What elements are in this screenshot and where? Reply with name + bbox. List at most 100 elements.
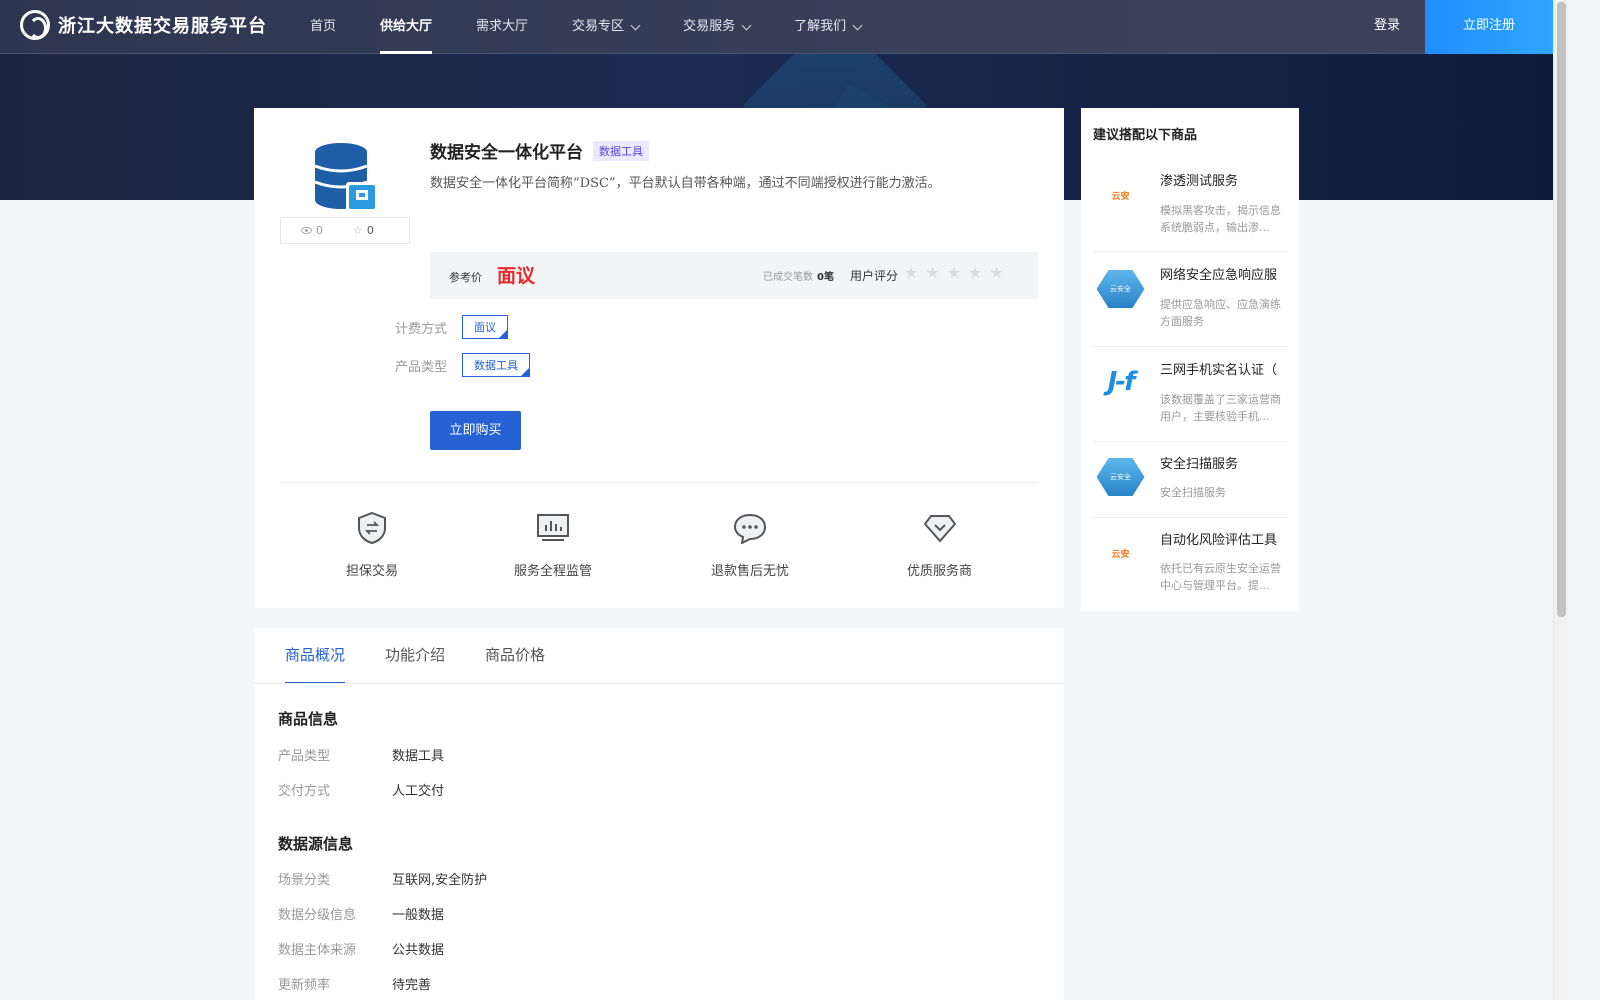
deals-count: 已成交笔数 0笔 <box>763 268 834 283</box>
product-title: 数据安全一体化平台 <box>430 143 583 163</box>
shield-exchange-icon <box>354 510 390 546</box>
billing-option[interactable]: 面议 <box>462 315 508 339</box>
divider <box>280 482 1038 483</box>
source-info-heading: 数据源信息 <box>278 835 354 853</box>
nav-item-label: 交易专区 <box>572 19 625 34</box>
star-icon: ★ <box>946 263 962 282</box>
info-key: 数据分级信息 <box>278 908 357 923</box>
scrollbar-thumb[interactable] <box>1557 2 1566 617</box>
recommend-item-name: 三网手机实名认证（ <box>1160 363 1278 378</box>
tab-overview[interactable]: 商品概况 <box>285 628 346 684</box>
favorites-stat[interactable]: ☆ 0 <box>353 224 374 237</box>
rating-label: 用户评分 <box>850 269 899 283</box>
star-icon: ★ <box>904 263 919 282</box>
tab-features[interactable]: 功能介绍 <box>385 628 445 684</box>
feature-label: 退款售后无忧 <box>711 564 790 579</box>
feature-quality-provider: 优质服务商 <box>907 510 972 579</box>
recommend-item[interactable]: 云安全 安全扫描服务 安全扫描服务 <box>1093 443 1289 518</box>
nav-item-home[interactable]: 首页 <box>310 0 336 54</box>
star-icon: ★ <box>925 263 940 282</box>
orange-brand-logo: 云安 <box>1093 529 1148 577</box>
nav-item-label: 供给大厅 <box>380 19 433 34</box>
stats-box: 0 ☆ 0 <box>280 217 410 244</box>
orange-brand-logo: 云安 <box>1093 171 1148 219</box>
feature-label: 服务全程监管 <box>514 564 593 579</box>
recommend-item-name: 渗透测试服务 <box>1160 174 1239 189</box>
star-icon: ★ <box>968 263 983 282</box>
billing-label: 计费方式 <box>395 321 448 337</box>
chevron-down-icon <box>741 20 752 30</box>
favorites-count: 0 <box>366 224 374 237</box>
feature-refund: 退款售后无忧 <box>711 510 789 579</box>
eye-icon <box>301 227 312 234</box>
info-row: 交付方式 人工交付 <box>278 780 444 799</box>
tab-divider <box>254 683 1064 684</box>
recommend-item[interactable]: 云安全 网络安全应急响应服 提供应急响应、应急演练方面服务 <box>1093 253 1289 347</box>
logo-text: J-f <box>1107 367 1136 397</box>
chevron-down-icon <box>852 20 863 30</box>
tab-price[interactable]: 商品价格 <box>485 628 545 684</box>
diamond-check-icon <box>922 510 958 546</box>
login-link[interactable]: 登录 <box>1362 0 1412 52</box>
price-value: 面议 <box>497 265 536 287</box>
detail-tabs: 商品概况 功能介绍 商品价格 <box>285 628 545 684</box>
buy-now-button[interactable]: 立即购买 <box>430 411 521 450</box>
recommend-item-desc: 安全扫描服务 <box>1160 486 1226 499</box>
info-row: 数据主体来源 公共数据 <box>278 939 444 958</box>
nav-item-label: 首页 <box>310 19 337 34</box>
register-button[interactable]: 立即注册 <box>1425 0 1553 54</box>
recommend-item-name: 安全扫描服务 <box>1160 457 1239 472</box>
deals-label: 已成交笔数 <box>763 272 813 283</box>
info-key: 场景分类 <box>278 873 331 888</box>
site-logo[interactable]: 浙江大数据交易服务平台 <box>20 10 267 40</box>
info-value: 公共数据 <box>392 943 445 958</box>
recommend-item[interactable]: 云安 自动化风险评估工具 依托已有云原生安全运营中心与管理平台。提... <box>1093 519 1289 611</box>
star-icon: ★ <box>989 263 1004 282</box>
info-key: 更新频率 <box>278 978 331 993</box>
nav-item-demand-hall[interactable]: 需求大厅 <box>476 0 528 54</box>
recommend-panel: 建议搭配以下商品 云安 渗透测试服务 模拟黑客攻击，揭示信息系统脆弱点，输出渗.… <box>1081 108 1299 611</box>
goods-info-heading: 商品信息 <box>278 710 339 728</box>
info-key: 交付方式 <box>278 784 331 799</box>
recommend-item[interactable]: J-f 三网手机实名认证（ 该数据覆盖了三家运营商用户，主要核验手机... <box>1093 348 1289 442</box>
nav-item-label: 需求大厅 <box>476 19 529 34</box>
top-navbar: 浙江大数据交易服务平台 首页 供给大厅 需求大厅 交易专区 交易服务 了解我们 … <box>0 0 1568 54</box>
feature-label: 担保交易 <box>346 564 399 579</box>
billing-row: 计费方式 面议 <box>395 315 508 339</box>
deals-value: 0笔 <box>817 272 834 283</box>
info-row: 场景分类 互联网,安全防护 <box>278 869 487 888</box>
type-option[interactable]: 数据工具 <box>462 353 530 377</box>
logo-text: 云安 <box>1111 549 1130 560</box>
feature-supervision: 服务全程监管 <box>514 510 592 579</box>
features-row: 担保交易 服务全程监管 退款售后无忧 优质服务商 <box>280 510 1038 580</box>
info-key: 数据主体来源 <box>278 943 357 958</box>
blue-hex-logo: 云安全 <box>1093 453 1148 501</box>
star-icon: ☆ <box>353 224 363 237</box>
recommend-title: 建议搭配以下商品 <box>1093 128 1198 143</box>
recommend-item-desc: 依托已有云原生安全运营中心与管理平台。提... <box>1160 562 1281 592</box>
blue-hex-logo: 云安全 <box>1093 265 1148 313</box>
monitor-chart-icon <box>535 510 571 546</box>
product-description: 数据安全一体化平台简称“DSC”，平台默认自带各种端，通过不同端授权进行能力激活… <box>430 176 941 191</box>
nav-item-trade-services[interactable]: 交易服务 <box>683 0 752 54</box>
type-label: 产品类型 <box>395 359 448 375</box>
feature-label: 优质服务商 <box>907 564 973 579</box>
recommend-item[interactable]: 云安 渗透测试服务 模拟黑客攻击，揭示信息系统脆弱点，输出渗... <box>1093 163 1289 252</box>
nav-item-about-us[interactable]: 了解我们 <box>794 0 863 54</box>
product-title-row: 数据安全一体化平台 数据工具 <box>430 138 649 163</box>
info-value: 待完善 <box>392 978 432 993</box>
page-scrollbar[interactable] <box>1553 0 1568 1000</box>
nav-item-trade-zone[interactable]: 交易专区 <box>572 0 641 54</box>
logo-text: 云安全 <box>1110 473 1131 481</box>
info-value: 数据工具 <box>392 749 445 764</box>
recommend-item-desc: 该数据覆盖了三家运营商用户，主要核验手机... <box>1160 393 1281 423</box>
info-value: 互联网,安全防护 <box>392 873 488 888</box>
nav-item-supply-hall[interactable]: 供给大厅 <box>380 0 433 54</box>
logo-text: 云安 <box>1111 191 1130 202</box>
recommend-item-name: 自动化风险评估工具 <box>1160 533 1278 548</box>
rating-stars: ★ ★ ★ ★ ★ <box>904 263 1004 282</box>
info-row: 产品类型 数据工具 <box>278 745 444 764</box>
price-label: 参考价 <box>449 271 482 284</box>
recommend-item-desc: 模拟黑客攻击，揭示信息系统脆弱点，输出渗... <box>1160 204 1281 234</box>
database-icon <box>314 143 378 212</box>
